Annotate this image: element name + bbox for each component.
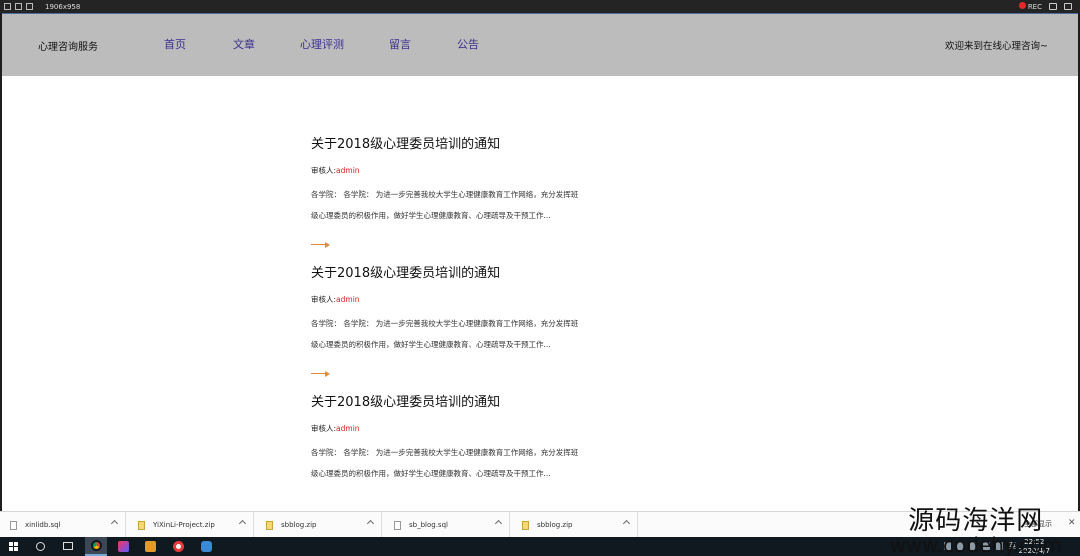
clock-time: 22:52 <box>1024 538 1045 546</box>
reviewer-line: 审核人:admin <box>311 294 611 306</box>
nav-messages[interactable]: 留言 <box>389 36 411 52</box>
tray-icon[interactable] <box>970 542 977 550</box>
announcement-item: 关于2018级心理委员培训的通知 审核人:admin 各学院： 各学院： 为进一… <box>311 262 611 391</box>
task-view-icon[interactable] <box>63 542 73 550</box>
nav-announcements[interactable]: 公告 <box>457 36 479 52</box>
window-icon[interactable] <box>15 3 22 10</box>
download-item[interactable]: sbblog.zip <box>256 512 382 538</box>
reviewer-line: 审核人:admin <box>311 165 611 177</box>
announcement-item: 关于2018级心理委员培训的通知 审核人:admin 各学院： 各学院： 为进一… <box>311 133 611 262</box>
tools-app-icon[interactable] <box>139 537 161 556</box>
file-icon <box>10 520 17 530</box>
announcement-excerpt: 各学院： 各学院： 为进一步完善我校大学生心理健康教育工作网络，充分发挥班级心理… <box>311 319 579 349</box>
volume-icon[interactable] <box>983 542 990 550</box>
app-icon[interactable] <box>195 537 217 556</box>
recorder-toolbar: 1906x958 REC <box>0 0 1080 13</box>
announcement-title[interactable]: 关于2018级心理委员培训的通知 <box>311 133 611 153</box>
network-icon[interactable] <box>996 542 1003 550</box>
site-header: 心理咨询服务 首页 文章 心理评测 留言 公告 欢迎来到在线心理咨询~ <box>2 13 1078 76</box>
browser-viewport: 心理咨询服务 首页 文章 心理评测 留言 公告 欢迎来到在线心理咨询~ 关于20… <box>0 13 1080 511</box>
nav-home[interactable]: 首页 <box>164 36 186 52</box>
nav-articles[interactable]: 文章 <box>233 36 255 52</box>
download-item[interactable]: sbblog.zip <box>512 512 638 538</box>
zip-file-icon <box>138 520 145 530</box>
windows-start-icon[interactable] <box>9 542 18 551</box>
taskbar: 英 22:52 2020/4/7 <box>0 537 1080 556</box>
reviewer-label: 审核人: <box>311 166 337 175</box>
chevron-up-icon[interactable] <box>110 519 119 528</box>
chevron-up-icon[interactable] <box>238 519 247 528</box>
capture-dimensions: 1906x958 <box>45 2 81 11</box>
announcement-title[interactable]: 关于2018级心理委员培训的通知 <box>311 262 611 282</box>
crop-icon[interactable] <box>26 3 33 10</box>
chevron-up-icon[interactable] <box>366 519 375 528</box>
download-filename: sb_blog.sql <box>409 521 448 529</box>
zip-file-icon <box>522 520 529 530</box>
chrome-app-icon[interactable] <box>85 537 107 556</box>
chevron-up-icon[interactable] <box>622 519 631 528</box>
announcement-list: 关于2018级心理委员培训的通知 审核人:admin 各学院： 各学院： 为进一… <box>311 133 611 511</box>
reviewer-label: 审核人: <box>311 424 337 433</box>
reviewer-label: 审核人: <box>311 295 337 304</box>
announcement-excerpt: 各学院： 各学院： 为进一步完善我校大学生心理健康教育工作网络，充分发挥班级心理… <box>311 448 579 478</box>
record-dot-icon <box>1018 2 1026 9</box>
intellij-app-icon[interactable] <box>112 537 134 556</box>
zip-file-icon <box>266 520 273 530</box>
download-item[interactable]: sb_blog.sql <box>384 512 510 538</box>
tray-icon[interactable] <box>957 542 964 550</box>
nav-psych-test[interactable]: 心理评测 <box>300 36 344 52</box>
recorder-app-icon[interactable] <box>167 537 189 556</box>
recorder-controls: REC <box>1018 0 1072 13</box>
taskbar-clock[interactable]: 22:52 2020/4/7 <box>1019 538 1050 556</box>
pen-icon[interactable] <box>1064 3 1072 10</box>
clock-date: 2020/4/7 <box>1018 547 1050 555</box>
download-item[interactable]: xinlidb.sql <box>0 512 126 538</box>
read-more-arrow-icon[interactable] <box>311 242 331 248</box>
show-all-downloads-link[interactable]: 全部显示 <box>1024 519 1052 529</box>
record-label: REC <box>1027 3 1042 11</box>
download-filename: sbblog.zip <box>537 521 573 529</box>
record-button[interactable]: REC <box>1018 2 1042 11</box>
camera-icon[interactable] <box>1049 3 1057 10</box>
download-item[interactable]: YiXinLi-Project.zip <box>128 512 254 538</box>
downloads-bar: xinlidb.sql YiXinLi-Project.zip sbblog.z… <box>0 511 1080 538</box>
chevron-up-icon[interactable] <box>494 519 503 528</box>
welcome-text: 欢迎来到在线心理咨询~ <box>945 41 1048 52</box>
close-icon[interactable]: ✕ <box>1068 518 1076 528</box>
read-more-arrow-icon[interactable] <box>311 371 331 377</box>
ime-indicator[interactable]: 英 <box>1009 542 1016 550</box>
download-filename: sbblog.zip <box>281 521 317 529</box>
system-tray: 英 <box>944 542 1016 550</box>
reviewer-name: admin <box>336 424 360 433</box>
announcement-excerpt: 各学院： 各学院： 为进一步完善我校大学生心理健康教育工作网络，充分发挥班级心理… <box>311 190 579 220</box>
announcement-item: 关于2018级心理委员培训的通知 审核人:admin 各学院： 各学院： 为进一… <box>311 391 611 511</box>
reviewer-line: 审核人:admin <box>311 423 611 435</box>
reviewer-name: admin <box>336 295 360 304</box>
search-icon[interactable] <box>36 542 45 551</box>
announcement-title[interactable]: 关于2018级心理委员培训的通知 <box>311 391 611 411</box>
site-brand[interactable]: 心理咨询服务 <box>38 38 98 53</box>
download-filename: xinlidb.sql <box>25 521 61 529</box>
file-icon <box>394 520 401 530</box>
download-filename: YiXinLi-Project.zip <box>153 521 215 529</box>
tray-icon[interactable] <box>944 542 951 550</box>
menu-icon[interactable] <box>4 3 11 10</box>
reviewer-name: admin <box>336 166 360 175</box>
